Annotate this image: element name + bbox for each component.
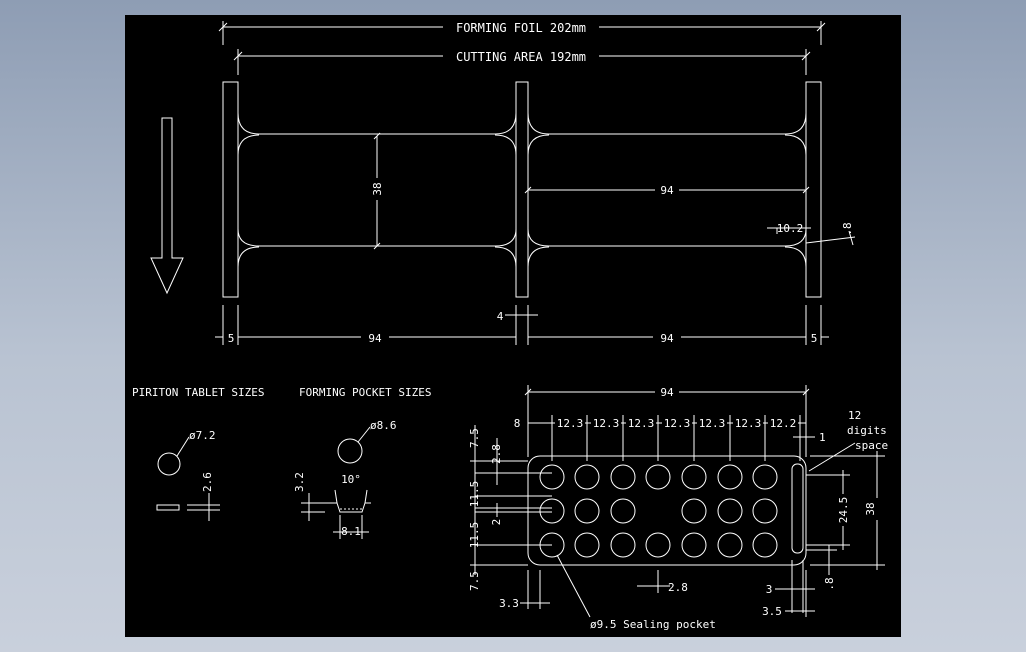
pitch-5-label: 12.3 xyxy=(699,417,726,430)
blister-width-94-label: 94 xyxy=(660,386,674,399)
blister-card-section: 94 8 12.3 12.3 12.3 12.3 12.3 12.3 12.2 … xyxy=(468,385,888,631)
bottom-94-left-label: 94 xyxy=(368,332,382,345)
dimension-gap-4: 4 xyxy=(497,307,538,323)
dim-0-8-label: .8 xyxy=(841,222,854,235)
pocket-sizes-section: FORMING POCKET SIZES ø8.6 10° 3.2 8.1 xyxy=(293,386,431,539)
pitch-first-label: 8 xyxy=(514,417,521,430)
dimension-width-94-inner: 94 xyxy=(524,183,810,197)
pitch-4-label: 12.3 xyxy=(664,417,691,430)
digits-space-line1: 12 xyxy=(848,409,861,422)
width-94-inner-label: 94 xyxy=(660,184,674,197)
pitch-7-label: 12.2 xyxy=(770,417,797,430)
sealing-pocket-label: ø9.5 Sealing pocket xyxy=(590,618,716,631)
dim-3-label: 3 xyxy=(766,583,773,596)
cutting-area-label: CUTTING AREA 192mm xyxy=(456,50,586,64)
pitch-6-label: 12.3 xyxy=(735,417,762,430)
cad-drawing-sheet: FORMING FOIL 202mm CUTTING AREA 192mm 38… xyxy=(125,15,901,637)
bottom-dimension-row: 5 94 94 5 xyxy=(215,305,829,345)
pitch-3-label: 12.3 xyxy=(628,417,655,430)
left-5-label: 5 xyxy=(228,332,235,345)
tablet-thickness-label: 2.6 xyxy=(201,472,214,492)
dim-11-5-a-label: 11.5 xyxy=(468,481,481,508)
forming-foil-dimension: FORMING FOIL 202mm xyxy=(218,19,826,45)
digits-space-line3: space xyxy=(855,439,888,452)
technical-drawing: FORMING FOIL 202mm CUTTING AREA 192mm 38… xyxy=(132,19,888,631)
dim-10-2-label: 10.2 xyxy=(777,222,804,235)
dim-11-5-b-label: 11.5 xyxy=(468,522,481,549)
bottom-94-right-label: 94 xyxy=(660,332,674,345)
right-5-label: 5 xyxy=(811,332,818,345)
digits-space-line2: digits xyxy=(847,424,887,437)
dimension-10-2: 10.2 .8 xyxy=(767,222,856,246)
dim-3-5-label: 3.5 xyxy=(762,605,782,618)
pocket-bottom-label: 8.1 xyxy=(341,525,361,538)
sealing-pocket-grid xyxy=(539,464,778,558)
dim-0-8-small-label: .8 xyxy=(823,577,836,590)
cutting-area-dimension: CUTTING AREA 192mm xyxy=(233,48,811,75)
dim-3-3-label: 3.3 xyxy=(499,597,519,610)
pocket-depth-label: 3.2 xyxy=(293,472,306,492)
dim-7-5-bottom-label: 7.5 xyxy=(468,571,481,591)
dim-24-5-label: 24.5 xyxy=(837,497,850,524)
tablet-diameter-label: ø7.2 xyxy=(189,429,216,442)
dim-2-8-bottom-label: 2.8 xyxy=(668,581,688,594)
dimension-height-38: 38 xyxy=(370,132,384,250)
feed-direction-arrow-icon xyxy=(150,117,184,295)
height-38-label: 38 xyxy=(371,182,384,195)
dim-7-5-top-label: 7.5 xyxy=(468,428,481,448)
dim-1-label: 1 xyxy=(819,431,826,444)
dim-2-label: 2 xyxy=(490,519,503,526)
pocket-angle-label: 10° xyxy=(341,473,361,486)
gap-4-label: 4 xyxy=(497,310,504,323)
pitch-2-label: 12.3 xyxy=(593,417,620,430)
forming-foil-label: FORMING FOIL 202mm xyxy=(456,21,586,35)
pitch-1-label: 12.3 xyxy=(557,417,584,430)
dim-38-label: 38 xyxy=(864,502,877,515)
tablet-sizes-title: PIRITON TABLET SIZES xyxy=(132,386,264,399)
pocket-diameter-label: ø8.6 xyxy=(370,419,397,432)
dim-2-8-label: 2.8 xyxy=(490,444,503,464)
tablet-sizes-section: PIRITON TABLET SIZES ø7.2 2.6 xyxy=(132,386,264,521)
pocket-sizes-title: FORMING POCKET SIZES xyxy=(299,386,431,399)
